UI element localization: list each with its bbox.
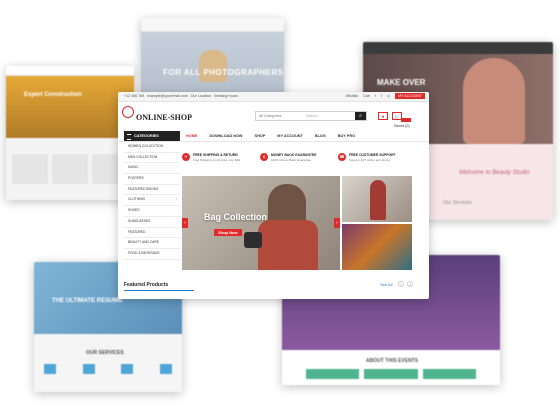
cart-badge: [401, 118, 411, 122]
location-text: Our Location: [190, 94, 212, 98]
preview-hero: [6, 76, 134, 138]
promo-image-bottom[interactable]: [342, 224, 412, 270]
nav-item-download[interactable]: DOWNLOAD NOW: [209, 131, 242, 141]
preview-nav: [363, 42, 553, 54]
next-arrow-icon[interactable]: ›: [407, 281, 413, 287]
nav-item-account[interactable]: MY ACCOUNT: [277, 131, 303, 141]
saved-label: Saved (0): [394, 124, 410, 128]
facebook-icon[interactable]: f: [375, 94, 376, 98]
sidebar-item[interactable]: SUNGLASSES: [124, 217, 180, 228]
sidebar-item[interactable]: MUSIC: [124, 163, 180, 175]
feature-subtitle: Free Shipping on all order over $99: [193, 158, 241, 162]
preview-hero-title: Expert Construction: [24, 92, 82, 98]
logo-mark-icon: [122, 106, 134, 118]
bag-image: [244, 232, 262, 248]
nav-item-blog[interactable]: BLOG: [315, 131, 326, 141]
menu-icon: [127, 134, 131, 140]
slider-next-icon[interactable]: ›: [334, 218, 340, 228]
header: ONLINE-SHOP ecommerce theme All Categori…: [118, 102, 429, 139]
support-icon: ☎: [338, 153, 346, 161]
featured-products-title: Featured Products: [124, 282, 169, 288]
sidebar-item[interactable]: BEAUTY AND CARE: [124, 238, 180, 249]
contact-info: +12 456 789 example@youremail.com Our Lo…: [124, 94, 238, 98]
nav-item-home[interactable]: HOME: [186, 131, 197, 141]
sidebar-item[interactable]: WOMEN COLLECTION: [124, 142, 180, 153]
sidebar-item[interactable]: FEATURED BOOKS: [124, 185, 180, 196]
preview-welcome: Welcome to Beauty Studio: [459, 170, 530, 176]
feature-title: MONEY BACK GUARANTEE: [271, 153, 317, 157]
preview-hero-title: MAKE OVER: [377, 78, 426, 87]
prev-arrow-icon[interactable]: ‹: [398, 281, 404, 287]
feature-title: FREE CUSTOMER SUPPORT: [349, 153, 396, 157]
model-coat: [258, 220, 318, 270]
wishlist-link[interactable]: Wishlist: [346, 94, 358, 98]
preview-nav: [6, 66, 134, 76]
feature-subtitle: 100% Money Back Guarantee: [271, 158, 312, 162]
product-pager: ‹ ›: [398, 281, 413, 287]
main-nav: CATEGORIES HOME DOWNLOAD NOW SHOP MY ACC…: [118, 131, 429, 142]
top-bar: +12 456 789 example@youremail.com Our Lo…: [118, 92, 429, 102]
preview-blocks: [12, 154, 128, 184]
cart-link[interactable]: Cart: [363, 94, 370, 98]
categories-button[interactable]: CATEGORIES: [124, 131, 180, 141]
preview-services: OUR SERVICES: [86, 350, 124, 356]
sidebar-item[interactable]: FEATURED: [124, 228, 180, 239]
nav-item-buy-pro[interactable]: BUY PRO: [338, 131, 355, 141]
theme-preview-construction: Expert Construction: [6, 66, 134, 200]
search-button[interactable]: ⌕: [355, 112, 366, 120]
slider-prev-icon[interactable]: ‹: [182, 218, 188, 228]
promo-image-top[interactable]: [342, 176, 412, 222]
shop-now-button[interactable]: Shop Now: [214, 229, 242, 236]
search-bar: All Categories Search... ⌕: [255, 111, 367, 121]
top-links: Wishlist Cart f t ◎ MY ACCOUNT: [346, 93, 425, 99]
category-sidebar: WOMEN COLLECTION MEN COLLECTION MUSIC PO…: [124, 142, 180, 260]
instagram-icon[interactable]: ◎: [387, 94, 390, 98]
nav-items: HOME DOWNLOAD NOW SHOP MY ACCOUNT BLOG B…: [186, 131, 355, 141]
preview-hero-title: THE ULTIMATE RESUME: [52, 298, 123, 304]
preview-hero-title: FOR ALL PHOTOGRAPHERS: [163, 68, 284, 77]
see-all-link[interactable]: See All: [380, 282, 392, 287]
twitter-icon[interactable]: t: [381, 94, 382, 98]
feature-subtitle: Support 24/7 online and phone: [349, 158, 391, 162]
chevron-right-icon: ›: [175, 197, 177, 202]
preview-feature-bar: [306, 369, 476, 379]
logo-text: ONLINE-SHOP: [136, 113, 193, 122]
sidebar-item[interactable]: FOOD & BEVERAGE: [124, 249, 180, 260]
search-category-select[interactable]: All Categories: [259, 114, 281, 118]
feature-strip: ✈ FREE SHIPPING & RETURN Free Shipping o…: [182, 153, 422, 169]
sidebar-item-label: CLOTHING: [128, 197, 146, 202]
nav-item-shop[interactable]: SHOP: [255, 131, 266, 141]
search-icon: ⌕: [359, 113, 362, 119]
sidebar-item[interactable]: POSTERS: [124, 174, 180, 185]
wishlist-icon[interactable]: ♥: [378, 112, 388, 120]
preview-nav: [141, 18, 284, 32]
model-image: [463, 58, 525, 144]
preview-icons: [44, 364, 172, 374]
preview-services: Our Services: [443, 200, 472, 206]
title-underline: [124, 290, 194, 291]
feature-title: FREE SHIPPING & RETURN: [193, 153, 238, 157]
preview-section-title: ABOUT THIS EVENTS: [366, 358, 418, 364]
hours-text: Working Hours: [214, 94, 238, 98]
email-text: example@youremail.com: [147, 94, 188, 98]
hero-slider: Bag Collection Shop Now ‹ ›: [182, 176, 340, 270]
truck-icon: ✈: [182, 153, 190, 161]
sidebar-item[interactable]: MEN COLLECTION: [124, 153, 180, 164]
money-icon: $: [260, 153, 268, 161]
my-account-button[interactable]: MY ACCOUNT: [395, 93, 425, 99]
search-input[interactable]: Search...: [306, 114, 320, 118]
person-image: [199, 50, 227, 82]
sidebar-item[interactable]: SHOES: [124, 206, 180, 217]
phone-text: +12 456 789: [124, 94, 145, 98]
sidebar-item-clothing[interactable]: CLOTHING ›: [124, 195, 180, 207]
model-image: [370, 180, 386, 220]
online-shop-window: +12 456 789 example@youremail.com Our Lo…: [118, 92, 429, 299]
slider-title: Bag Collection: [204, 212, 268, 222]
categories-label: CATEGORIES: [134, 134, 159, 138]
header-icons: ♥ 🛒: [378, 112, 402, 120]
